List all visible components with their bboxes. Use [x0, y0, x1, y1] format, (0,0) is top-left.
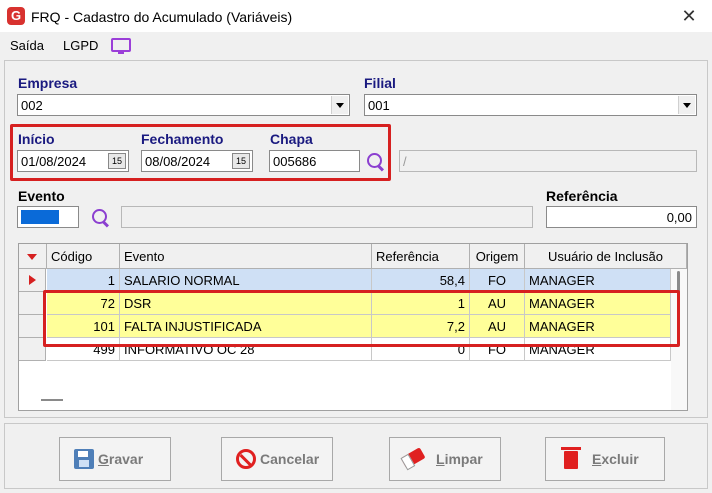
referencia-label: Referência [546, 188, 618, 204]
excluir-button[interactable]: Excluir [545, 437, 665, 481]
cell-usuario[interactable]: MANAGER [525, 269, 671, 292]
column-header-origem[interactable]: Origem [470, 244, 525, 269]
fechamento-value: 08/08/2024 [145, 154, 211, 169]
horizontal-scrollbar[interactable] [41, 399, 63, 401]
rows-highlight-box [43, 290, 680, 347]
calendar-icon[interactable]: 15 [232, 153, 250, 169]
column-header-evento[interactable]: Evento [120, 244, 372, 269]
eraser-icon [400, 447, 426, 469]
empresa-value: 002 [21, 98, 43, 113]
title-bar: G FRQ - Cadastro do Acumulado (Variáveis… [0, 0, 712, 32]
referencia-input[interactable]: 0,00 [546, 206, 697, 228]
gravar-button[interactable]: Gravar [59, 437, 171, 481]
menu-item-saida[interactable]: Saída [10, 38, 44, 53]
menu-item-lgpd[interactable]: LGPD [63, 38, 98, 53]
column-header-codigo[interactable]: Código [47, 244, 120, 269]
cell-origem[interactable]: FO [470, 269, 525, 292]
cell-evento[interactable]: SALARIO NORMAL [120, 269, 372, 292]
save-icon [74, 449, 94, 469]
monitor-icon[interactable] [111, 38, 131, 54]
cell-codigo[interactable]: 1 [47, 269, 120, 292]
inicio-label: Início [18, 131, 55, 147]
triangle-down-icon [27, 254, 37, 260]
empresa-label: Empresa [18, 75, 78, 91]
filial-select[interactable]: 001 [364, 94, 697, 116]
chapa-input[interactable]: 005686 [269, 150, 360, 172]
row-indicator[interactable] [19, 269, 46, 292]
table-row[interactable]: 1 SALARIO NORMAL 58,4 FO MANAGER [19, 269, 687, 292]
app-logo-icon: G [7, 7, 25, 25]
limpar-button[interactable]: Limpar [389, 437, 501, 481]
chapa-name-value: / [403, 154, 407, 169]
referencia-value: 0,00 [666, 210, 692, 225]
chapa-value: 005686 [273, 154, 317, 169]
trash-icon [561, 447, 581, 469]
grid-corner[interactable] [19, 244, 47, 269]
inicio-date-field[interactable]: 01/08/2024 15 [17, 150, 129, 172]
filial-label: Filial [364, 75, 396, 91]
menu-bar: Saída LGPD [0, 32, 712, 58]
row-indicator[interactable] [19, 292, 46, 315]
triangle-right-icon [29, 275, 36, 285]
window-title: FRQ - Cadastro do Acumulado (Variáveis) [31, 9, 293, 25]
column-header-usuario[interactable]: Usuário de Inclusão [525, 244, 687, 269]
cell-referencia[interactable]: 58,4 [372, 269, 470, 292]
row-indicator[interactable] [19, 338, 46, 361]
inicio-value: 01/08/2024 [21, 154, 87, 169]
cancel-icon [236, 449, 256, 469]
search-icon[interactable] [91, 208, 111, 228]
chevron-down-icon[interactable] [331, 96, 348, 114]
fechamento-date-field[interactable]: 08/08/2024 15 [141, 150, 253, 172]
search-icon[interactable] [366, 152, 386, 172]
evento-label: Evento [18, 188, 65, 204]
cancelar-button[interactable]: Cancelar [221, 437, 333, 481]
chevron-down-icon[interactable] [678, 96, 695, 114]
chapa-name-field: / [399, 150, 697, 172]
close-button[interactable]: ✕ [666, 0, 712, 32]
button-bar: Gravar Cancelar Limpar Excluir [4, 423, 708, 489]
filial-value: 001 [368, 98, 390, 113]
fechamento-label: Fechamento [141, 131, 224, 147]
evento-code-field[interactable] [17, 206, 79, 228]
chapa-label: Chapa [270, 131, 313, 147]
row-indicator[interactable] [19, 315, 46, 338]
empresa-select[interactable]: 002 [17, 94, 350, 116]
evento-description-field [121, 206, 533, 228]
calendar-icon[interactable]: 15 [108, 153, 126, 169]
column-header-referencia[interactable]: Referência [372, 244, 470, 269]
